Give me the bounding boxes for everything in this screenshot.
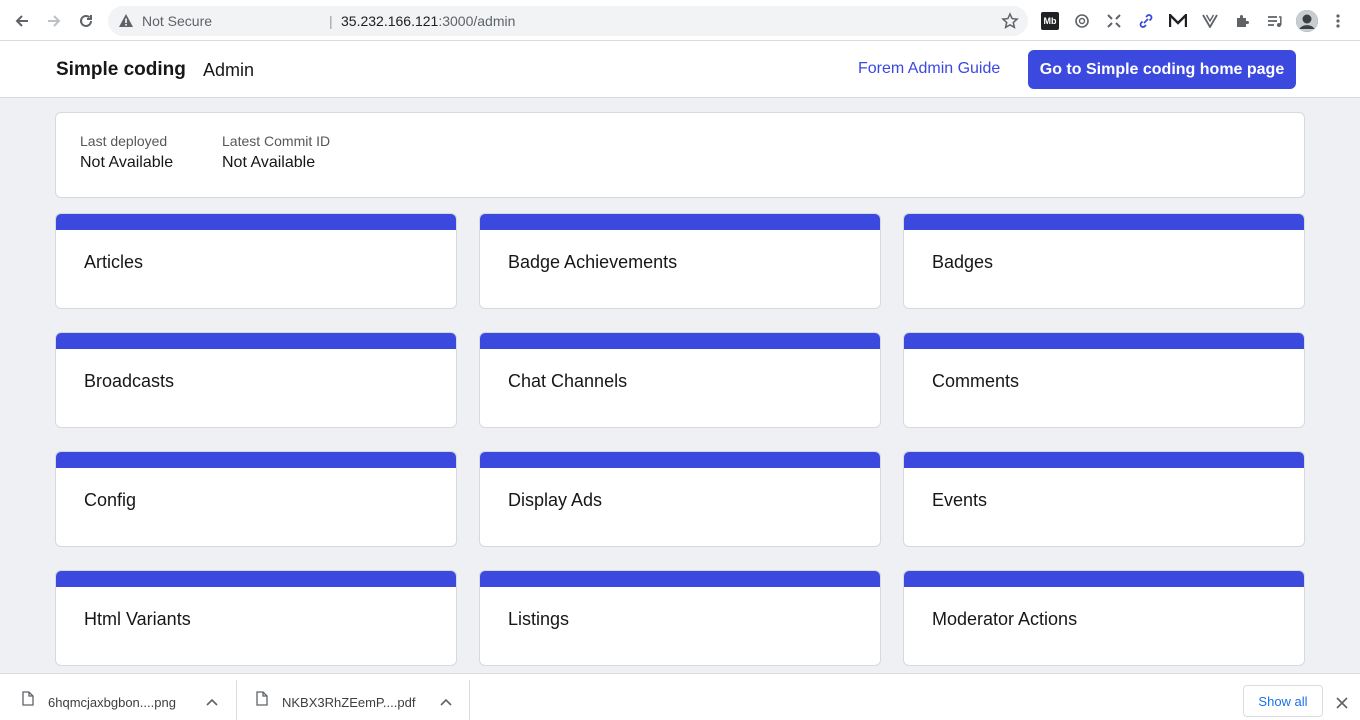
tile-accent-bar bbox=[480, 333, 880, 349]
tile-label: Articles bbox=[84, 252, 144, 272]
medium-icon[interactable] bbox=[1169, 12, 1187, 30]
download-item[interactable]: 6hqmcjaxbgbon....png bbox=[0, 674, 236, 720]
downloads-bar: 6hqmcjaxbgbon....png NKBX3RhZEemP....pdf… bbox=[0, 673, 1360, 720]
tile-label: Chat Channels bbox=[508, 371, 628, 391]
bookmark-star-icon[interactable] bbox=[1001, 12, 1019, 30]
last-deployed-value: Not Available bbox=[80, 154, 174, 171]
tile-accent-bar bbox=[480, 571, 880, 587]
tile-label: Badge Achievements bbox=[508, 252, 678, 272]
tile-chat-channels[interactable]: Chat Channels bbox=[479, 332, 881, 428]
tile-label: Config bbox=[84, 490, 137, 510]
home-page-button[interactable]: Go to Simple coding home page bbox=[1028, 50, 1296, 89]
tile-accent-bar bbox=[904, 333, 1304, 349]
show-all-button[interactable]: Show all bbox=[1243, 685, 1323, 717]
tile-listings[interactable]: Listings bbox=[479, 570, 881, 666]
tile-accent-bar bbox=[56, 333, 456, 349]
profile-avatar[interactable] bbox=[1296, 10, 1318, 32]
download-filename: NKBX3RhZEemP....pdf bbox=[282, 695, 416, 710]
tile-events[interactable]: Events bbox=[903, 451, 1305, 547]
tile-accent-bar bbox=[904, 452, 1304, 468]
tile-config[interactable]: Config bbox=[55, 451, 457, 547]
tile-accent-bar bbox=[480, 452, 880, 468]
tile-label: Display Ads bbox=[508, 490, 603, 510]
file-icon bbox=[256, 691, 268, 711]
app-header: Simple coding Admin Forem Admin Guide Go… bbox=[0, 41, 1360, 98]
url-path: :3000/admin bbox=[438, 13, 516, 29]
last-deployed-label: Last deployed bbox=[80, 133, 168, 149]
tile-label: Events bbox=[932, 490, 988, 510]
openai-icon[interactable] bbox=[1073, 12, 1091, 30]
tile-label: Badges bbox=[932, 252, 994, 272]
kebab-menu-icon[interactable] bbox=[1329, 12, 1347, 30]
mb-extension-icon[interactable]: Mb bbox=[1041, 12, 1059, 30]
tile-label: Moderator Actions bbox=[932, 609, 1078, 629]
url-host: 35.232.166.121 bbox=[341, 13, 439, 29]
tile-accent-bar bbox=[904, 214, 1304, 230]
tile-accent-bar bbox=[56, 452, 456, 468]
commit-id-label: Latest Commit ID bbox=[222, 133, 331, 149]
browser-toolbar: Not Secure | 35.232.166.121:3000/admin M… bbox=[0, 0, 1360, 41]
admin-guide-link[interactable]: Forem Admin Guide bbox=[858, 60, 1000, 78]
forward-icon[interactable] bbox=[44, 11, 64, 31]
commit-id-value: Not Available bbox=[222, 154, 316, 171]
download-divider bbox=[469, 680, 470, 720]
url-text[interactable]: 35.232.166.121:3000/admin bbox=[341, 13, 515, 29]
scan-icon[interactable] bbox=[1105, 12, 1123, 30]
chevron-up-icon[interactable] bbox=[440, 693, 452, 711]
file-icon bbox=[22, 691, 34, 711]
tile-label: Comments bbox=[932, 371, 1020, 391]
brand-name[interactable]: Simple coding bbox=[56, 59, 186, 81]
tile-articles[interactable]: Articles bbox=[55, 213, 457, 309]
resource-grid: Articles Badge Achievements Badges Broad… bbox=[55, 213, 1305, 667]
deploy-info-card: Last deployed Not Available Latest Commi… bbox=[55, 112, 1305, 198]
chevron-up-icon[interactable] bbox=[206, 693, 218, 711]
tile-accent-bar bbox=[56, 571, 456, 587]
security-label[interactable]: Not Secure bbox=[142, 13, 212, 29]
tile-badges[interactable]: Badges bbox=[903, 213, 1305, 309]
download-item[interactable]: NKBX3RhZEemP....pdf bbox=[237, 674, 469, 720]
tile-badge-achievements[interactable]: Badge Achievements bbox=[479, 213, 881, 309]
tile-broadcasts[interactable]: Broadcasts bbox=[55, 332, 457, 428]
tile-label: Listings bbox=[508, 609, 570, 629]
tile-accent-bar bbox=[480, 214, 880, 230]
download-filename: 6hqmcjaxbgbon....png bbox=[48, 695, 176, 710]
warning-icon bbox=[118, 13, 134, 29]
reload-icon[interactable] bbox=[76, 11, 96, 31]
back-icon[interactable] bbox=[12, 11, 32, 31]
tile-accent-bar bbox=[56, 214, 456, 230]
tile-comments[interactable]: Comments bbox=[903, 332, 1305, 428]
media-list-icon[interactable] bbox=[1265, 12, 1283, 30]
tile-accent-bar bbox=[904, 571, 1304, 587]
close-icon[interactable] bbox=[1336, 696, 1348, 714]
link-icon[interactable] bbox=[1137, 12, 1155, 30]
url-separator: | bbox=[329, 13, 333, 29]
tile-moderator-actions[interactable]: Moderator Actions bbox=[903, 570, 1305, 666]
puzzle-icon[interactable] bbox=[1233, 12, 1251, 30]
tile-html-variants[interactable]: Html Variants bbox=[55, 570, 457, 666]
tile-label: Html Variants bbox=[84, 609, 191, 629]
tile-label: Broadcasts bbox=[84, 371, 175, 391]
tile-display-ads[interactable]: Display Ads bbox=[479, 451, 881, 547]
address-bar[interactable]: Not Secure | 35.232.166.121:3000/admin bbox=[108, 6, 1028, 36]
vue-icon[interactable] bbox=[1201, 12, 1219, 30]
page-title: Admin bbox=[203, 60, 255, 80]
